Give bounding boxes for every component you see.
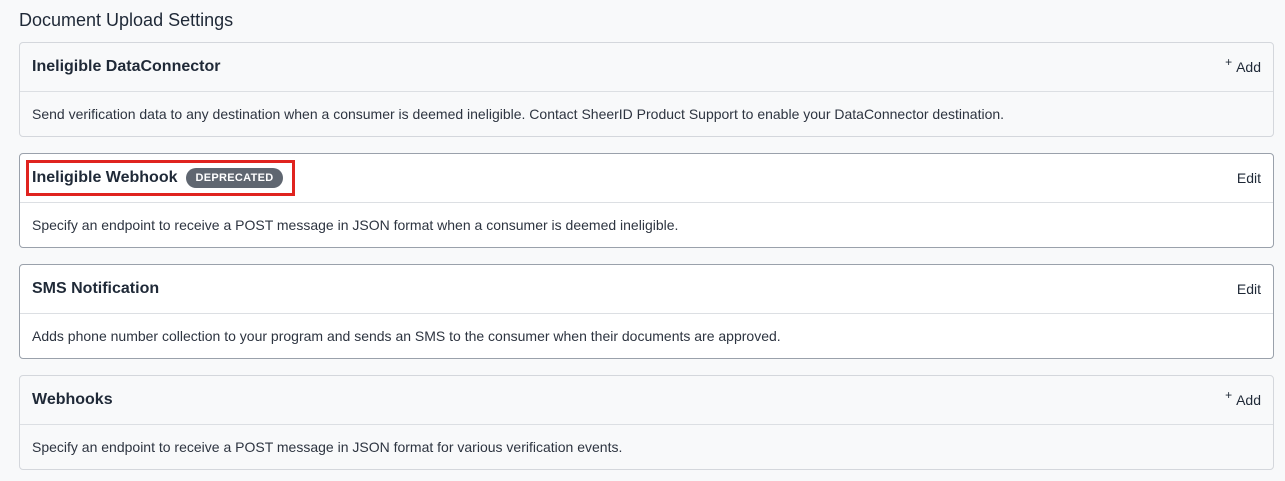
- card-header: SMS Notification Edit: [20, 265, 1273, 314]
- card-title: Ineligible Webhook: [32, 169, 178, 186]
- card-ineligible-webhook: Ineligible Webhook DEPRECATED Edit Speci…: [19, 153, 1274, 248]
- edit-label: Edit: [1236, 170, 1261, 186]
- card-sms-notification: SMS Notification Edit Adds phone number …: [19, 264, 1274, 359]
- card-ineligible-dataconnector: Ineligible DataConnector + Add Send veri…: [19, 42, 1274, 137]
- card-header: Webhooks + Add: [20, 376, 1273, 425]
- card-title: Webhooks: [32, 391, 113, 408]
- document-upload-settings-page: Document Upload Settings Ineligible Data…: [0, 0, 1285, 481]
- card-description: Specify an endpoint to receive a POST me…: [32, 438, 623, 455]
- plus-icon: +: [1225, 55, 1233, 69]
- card-description: Adds phone number collection to your pro…: [32, 327, 781, 344]
- card-header: Ineligible Webhook DEPRECATED Edit: [20, 154, 1273, 203]
- add-webhook-button[interactable]: + Add: [1225, 388, 1261, 408]
- card-title: Ineligible DataConnector: [32, 58, 221, 75]
- card-header: Ineligible DataConnector + Add: [20, 43, 1273, 92]
- edit-webhook-button[interactable]: Edit: [1237, 170, 1261, 186]
- add-dataconnector-button[interactable]: + Add: [1225, 55, 1261, 75]
- add-label: Add: [1236, 59, 1261, 75]
- card-title: SMS Notification: [32, 280, 160, 297]
- edit-label: Edit: [1236, 281, 1261, 297]
- deprecated-badge: DEPRECATED: [185, 168, 284, 188]
- page-title: Document Upload Settings: [19, 10, 234, 30]
- card-webhooks: Webhooks + Add Specify an endpoint to re…: [19, 375, 1274, 470]
- add-label: Add: [1236, 392, 1261, 408]
- plus-icon: +: [1225, 388, 1233, 402]
- card-description: Specify an endpoint to receive a POST me…: [32, 216, 679, 233]
- card-description: Send verification data to any destinatio…: [32, 105, 1005, 122]
- edit-sms-button[interactable]: Edit: [1237, 281, 1261, 297]
